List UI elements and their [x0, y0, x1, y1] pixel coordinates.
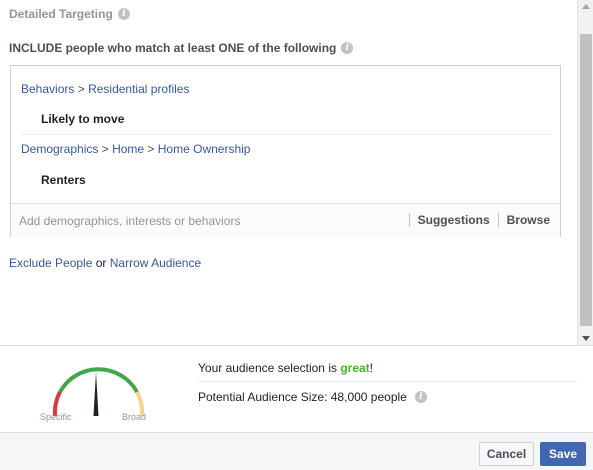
audience-selection-status: Your audience selection is great!: [198, 361, 373, 375]
info-icon[interactable]: i: [117, 8, 130, 20]
breadcrumb-link-home[interactable]: Home: [112, 142, 144, 156]
breadcrumb: Behaviors > Residential profiles: [21, 82, 189, 96]
vertical-scrollbar[interactable]: [577, 0, 593, 345]
selection-value: great: [340, 361, 370, 375]
selection-suffix: !: [369, 361, 374, 375]
action-divider: [497, 213, 499, 227]
targeting-item-renters[interactable]: Renters: [41, 173, 86, 187]
scrollbar-thumb[interactable]: [580, 34, 592, 326]
info-icon[interactable]: i: [341, 42, 354, 54]
exclude-people-link[interactable]: Exclude People: [9, 256, 92, 270]
dialog-footer: Cancel Save: [0, 432, 593, 470]
breadcrumb-separator: >: [77, 82, 89, 96]
save-button[interactable]: Save: [540, 442, 586, 466]
add-actions: Suggestions Browse: [401, 213, 550, 227]
targeting-item-likely-to-move[interactable]: Likely to move: [41, 112, 124, 126]
add-targeting-row: Suggestions Browse: [11, 203, 560, 237]
gauge-needle: [93, 372, 99, 416]
include-heading: INCLUDE people who match at least ONE of…: [9, 41, 354, 55]
breadcrumb-link-home-ownership[interactable]: Home Ownership: [158, 142, 251, 156]
browse-button[interactable]: Browse: [507, 213, 550, 227]
breadcrumb-separator: >: [101, 142, 113, 156]
breadcrumb-separator: >: [147, 142, 158, 156]
breadcrumb: Demographics > Home > Home Ownership: [21, 142, 250, 156]
panel-divider: [197, 381, 577, 382]
or-text: or: [95, 256, 110, 270]
group-divider: [21, 134, 550, 135]
potential-audience-size: Potential Audience Size: 48,000 people i: [198, 390, 427, 404]
include-targeting-box: Behaviors > Residential profiles Likely …: [10, 65, 561, 237]
breadcrumb-link-demographics[interactable]: Demographics: [21, 142, 98, 156]
section-title: Detailed Targeting i: [9, 7, 130, 21]
action-divider: [408, 213, 410, 227]
gauge-green-arc: [58, 367, 139, 393]
selection-prefix: Your audience selection is: [198, 361, 341, 375]
include-label: INCLUDE people who match at least ONE of…: [9, 41, 337, 55]
gauge-broad-label: Broad: [122, 412, 147, 422]
gauge-specific-label: Specific: [40, 412, 72, 422]
cancel-button[interactable]: Cancel: [479, 442, 534, 466]
breadcrumb-link-behaviors[interactable]: Behaviors: [21, 82, 74, 96]
info-icon[interactable]: i: [414, 391, 427, 403]
scroll-down-arrow-icon[interactable]: [582, 336, 590, 341]
scroll-up-arrow-icon[interactable]: [582, 4, 590, 9]
suggestions-button[interactable]: Suggestions: [418, 213, 490, 227]
audience-definition-panel: Specific Broad Your audience selection i…: [0, 345, 593, 432]
exclude-narrow-row: Exclude People or Narrow Audience: [9, 256, 201, 270]
breadcrumb-link-residential-profiles[interactable]: Residential profiles: [88, 82, 189, 96]
add-targeting-input[interactable]: [19, 214, 399, 228]
detailed-targeting-title: Detailed Targeting: [9, 7, 113, 21]
narrow-audience-link[interactable]: Narrow Audience: [110, 256, 201, 270]
audience-size-text: Potential Audience Size: 48,000 people: [198, 390, 407, 404]
targeting-scroll-area: Detailed Targeting i INCLUDE people who …: [0, 0, 577, 345]
